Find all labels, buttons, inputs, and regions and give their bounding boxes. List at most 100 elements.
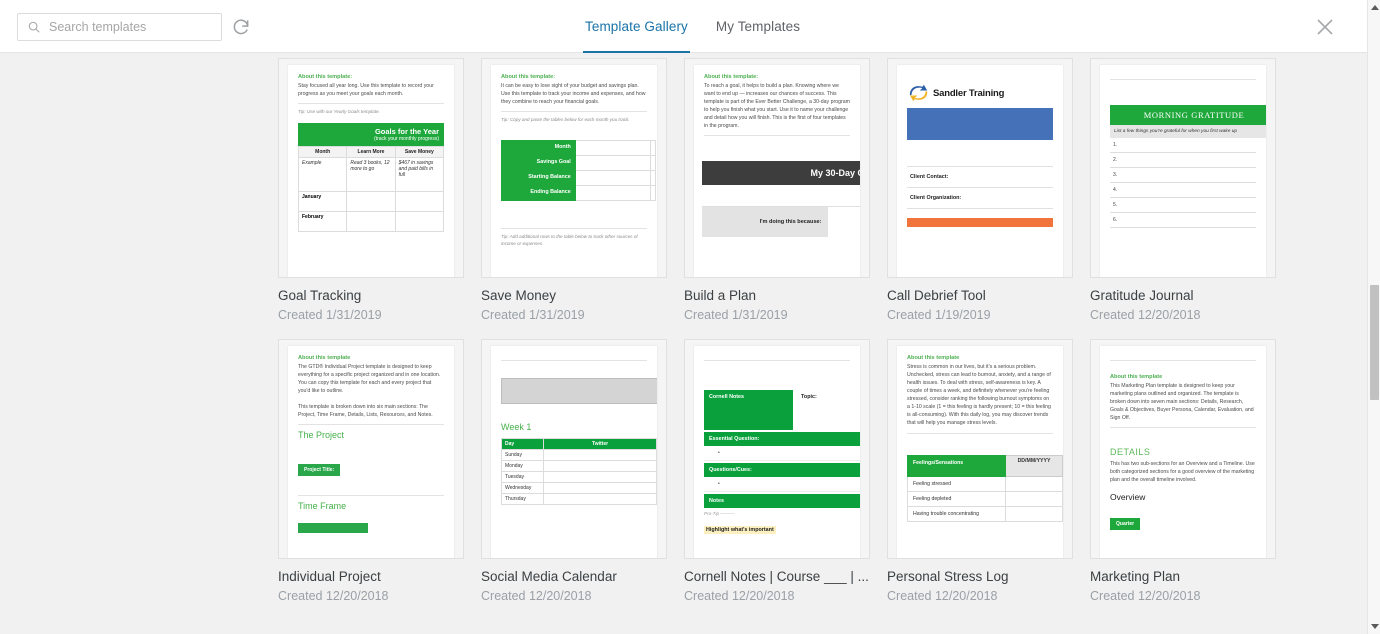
thumb-tip: Tip: Use with our Yearly Goals template. [298, 109, 380, 115]
template-card-social-media-calendar[interactable]: Week 1 Day Twitter Sunday Monday Tuesday… [481, 339, 667, 603]
thumb-section-heading: DETAILS [1110, 447, 1151, 458]
table-cell: Example [297, 157, 348, 193]
thumb-placeholder-block [501, 378, 657, 404]
thumb-table-subtitle: (track your monthly progress) [373, 136, 439, 143]
table-cell [650, 170, 656, 187]
row-label: Month [501, 140, 576, 157]
table-cell [1004, 475, 1063, 492]
template-card-goal-tracking[interactable]: About this template: Stay focused all ye… [278, 58, 464, 322]
table-cell [574, 185, 652, 202]
template-card-call-debrief-tool[interactable]: Sandler Training Client Contact: Client … [887, 58, 1073, 322]
table-row: Ending Balance [501, 185, 656, 202]
template-created-date: Created 1/31/2019 [684, 308, 788, 322]
thumb-field-label: Client Organization: [907, 187, 1053, 208]
divider [907, 432, 1053, 434]
search-box[interactable] [17, 13, 222, 41]
template-card-cornell-notes[interactable]: Cornell Notes Topic: Essential Question:… [684, 339, 870, 603]
row-label: Starting Balance [501, 170, 576, 187]
search-input[interactable] [49, 20, 209, 34]
template-card-gratitude-journal[interactable]: MORNING GRATITUDE List a few things you'… [1090, 58, 1276, 322]
thumb-topic-label: Topic: [801, 394, 817, 400]
template-thumbnail: About this template: To reach a goal, it… [684, 58, 870, 278]
search-icon [28, 21, 40, 33]
template-thumbnail: Sandler Training Client Contact: Client … [887, 58, 1073, 278]
template-card-save-money[interactable]: About this template: It can be easy to l… [481, 58, 667, 322]
template-card-personal-stress-log[interactable]: About this template Stress is common in … [887, 339, 1073, 603]
column-header: Twitter [542, 438, 657, 450]
thumb-highlight-text: Highlight what's important [704, 526, 776, 534]
table-cell [542, 471, 657, 483]
table-cell [346, 191, 396, 213]
tab-template-gallery[interactable]: Template Gallery [583, 0, 690, 53]
thumb-line-item: 3. [1110, 168, 1256, 183]
scrollbar-thumb[interactable] [1370, 285, 1379, 400]
close-icon[interactable] [1313, 15, 1337, 39]
table-row: Tuesday [501, 471, 657, 483]
template-grid: About this template: Stay focused all ye… [278, 58, 1276, 603]
template-thumbnail: About this template Stress is common in … [887, 339, 1073, 559]
template-card-marketing-plan[interactable]: About this template This Marketing Plan … [1090, 339, 1276, 603]
thumb-about-body: To reach a goal, it helps to build a pla… [704, 83, 850, 130]
table-cell: Wednesday [501, 482, 544, 494]
table-row: Thursday [501, 493, 657, 505]
thumb-line-item: 4. [1110, 183, 1256, 198]
thumb-about-body: It can be easy to lose sight of your bud… [501, 83, 646, 106]
divider [501, 111, 647, 113]
thumb-banner: My 30-Day C [702, 161, 860, 186]
table-cell [542, 460, 657, 472]
thumb-line-item: 5. [1110, 198, 1256, 213]
table-cell [574, 170, 652, 187]
table-row: Feeling depleted [907, 490, 1063, 507]
scroll-up-arrow-icon[interactable] [1371, 5, 1379, 10]
column-header: Save Money [394, 146, 445, 159]
table-row: Monday [501, 460, 657, 472]
column-header: Month [297, 146, 348, 159]
template-created-date: Created 12/20/2018 [1090, 589, 1201, 603]
thumb-table-header: Goals for the Year (track your monthly p… [298, 123, 444, 147]
template-card-individual-project[interactable]: About this template The GTD® Individual … [278, 339, 464, 603]
thumb-section-heading: Time Frame [298, 501, 347, 512]
template-title: Build a Plan [684, 288, 757, 303]
vertical-scrollbar[interactable] [1367, 0, 1380, 634]
thumb-about-body: Stay focused all year long. Use this tem… [298, 83, 434, 98]
template-title: Cornell Notes | Course ___ | ... [684, 569, 869, 584]
template-title: Save Money [481, 288, 557, 303]
thumb-line-item: 6. [1110, 213, 1256, 228]
tab-bar: Template Gallery My Templates [583, 0, 802, 53]
divider [298, 495, 444, 497]
template-card-build-a-plan[interactable]: About this template: To reach a goal, it… [684, 58, 870, 322]
table-header-row: Day Twitter [501, 438, 657, 450]
refresh-icon[interactable] [231, 17, 251, 37]
table-cell: January [297, 191, 348, 213]
template-gallery-window: Template Gallery My Templates About this… [0, 0, 1380, 634]
sandler-logo: Sandler Training [909, 84, 1053, 102]
template-title: Individual Project [278, 569, 381, 584]
thumb-box-label: Cornell Notes [704, 390, 794, 430]
table-cell [650, 155, 656, 172]
thumb-instruction: List a few things you're grateful for wh… [1110, 125, 1266, 138]
template-title: Gratitude Journal [1090, 288, 1194, 303]
table-cell: Tuesday [501, 471, 544, 483]
template-created-date: Created 1/31/2019 [481, 308, 585, 322]
table-row: Starting Balance [501, 170, 656, 187]
tab-my-templates[interactable]: My Templates [714, 0, 802, 53]
row-label: Ending Balance [501, 185, 576, 202]
thumb-bullet: • [704, 446, 860, 461]
scroll-down-arrow-icon[interactable] [1371, 624, 1379, 629]
template-thumbnail: About this template: It can be easy to l… [481, 58, 667, 278]
template-created-date: Created 12/20/2018 [684, 589, 795, 603]
table-cell [1004, 490, 1063, 507]
divider [1110, 360, 1256, 361]
table-cell [394, 191, 445, 213]
thumb-field-label: Client Contact: [907, 166, 1053, 187]
thumb-banner [907, 108, 1053, 140]
table-row: Month [501, 140, 656, 157]
thumb-section-body: This has two sub-sections for an Overvie… [1110, 461, 1255, 484]
template-thumbnail: Cornell Notes Topic: Essential Question:… [684, 339, 870, 559]
table-cell: Feeling stressed [907, 475, 1006, 492]
template-created-date: Created 1/31/2019 [278, 308, 382, 322]
thumb-badge: Project Title: [298, 464, 341, 477]
table-header-row: Month Learn More Save Money [297, 146, 445, 159]
thumb-about-heading: About this template: [704, 74, 759, 80]
divider [501, 360, 647, 361]
